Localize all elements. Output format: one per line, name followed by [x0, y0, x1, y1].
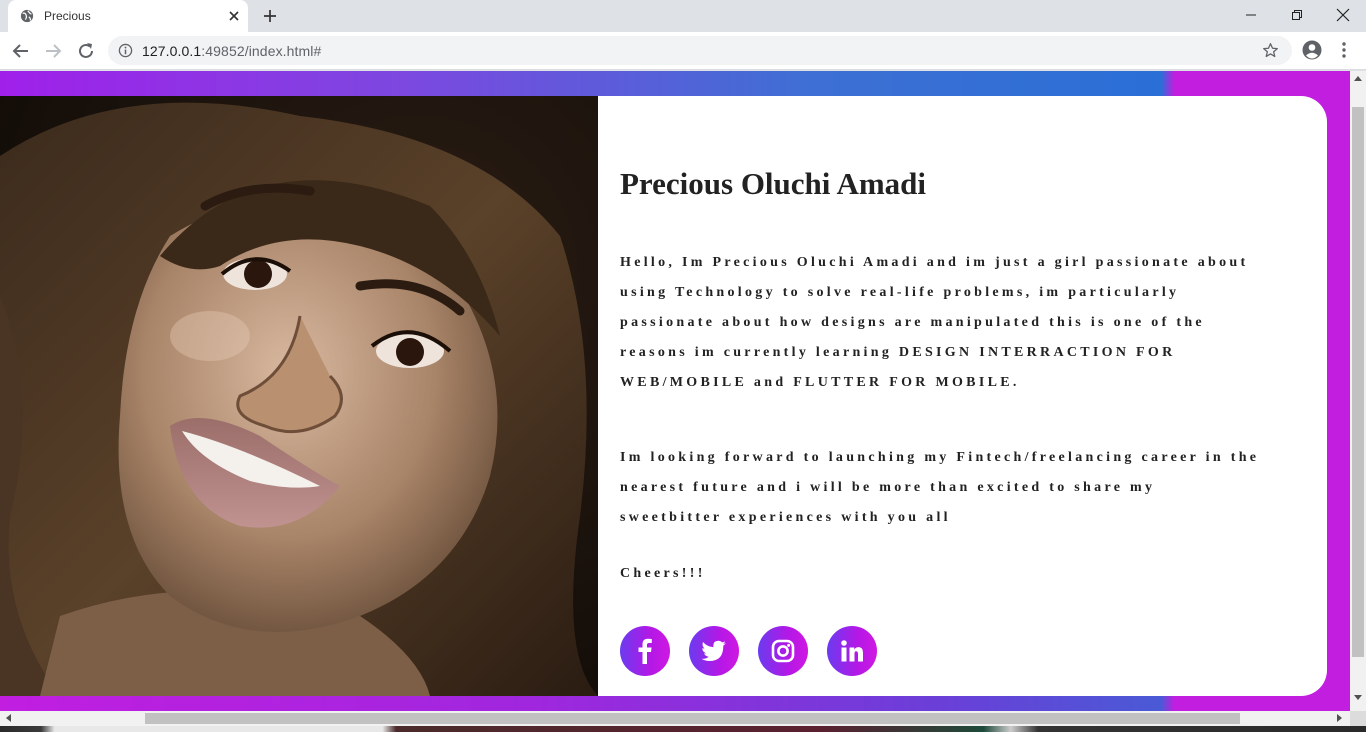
browser-tab[interactable]: Precious [8, 0, 248, 32]
linkedin-link[interactable] [827, 626, 877, 676]
vertical-scroll-thumb[interactable] [1352, 107, 1364, 657]
horizontal-scroll-thumb[interactable] [145, 713, 1240, 724]
instagram-link[interactable] [758, 626, 808, 676]
more-menu-icon[interactable] [1336, 41, 1352, 59]
tab-strip: Precious [0, 0, 1366, 32]
address-bar[interactable]: 127.0.0.1:49852/index.html# [108, 36, 1292, 65]
browser-toolbar: 127.0.0.1:49852/index.html# [0, 32, 1366, 70]
minimize-icon [1246, 14, 1256, 16]
scroll-up-icon[interactable] [1354, 75, 1362, 81]
career-paragraph: Im looking forward to launching my Finte… [620, 450, 1260, 525]
globe-icon [20, 9, 34, 23]
twitter-icon [701, 640, 726, 661]
bookmark-star-icon[interactable] [1262, 42, 1279, 59]
intro-paragraph: Hello, Im Precious Oluchi Amadi and im j… [620, 255, 1249, 390]
close-tab-icon[interactable] [226, 8, 242, 24]
closing-text: Cheers!!! [620, 566, 706, 581]
profile-card: Precious Oluchi Amadi Hello, Im Precious… [0, 96, 1327, 696]
minimize-button[interactable] [1228, 0, 1274, 30]
linkedin-icon [841, 640, 863, 662]
url-path: :49852/index.html# [201, 43, 322, 59]
restore-icon [1292, 10, 1302, 20]
profile-name: Precious Oluchi Amadi [620, 166, 927, 201]
back-arrow-icon[interactable] [11, 41, 31, 61]
taskbar-edge [0, 726, 1366, 732]
close-window-button[interactable] [1320, 0, 1366, 30]
restore-button[interactable] [1274, 0, 1320, 30]
scroll-right-icon[interactable] [1337, 714, 1343, 722]
instagram-icon [771, 639, 795, 663]
new-tab-icon[interactable] [262, 8, 278, 24]
portrait-illustration [0, 96, 598, 696]
profile-photo [0, 96, 598, 696]
tab-title: Precious [44, 9, 91, 23]
profile-avatar-icon[interactable] [1302, 40, 1322, 60]
close-icon [1336, 8, 1350, 22]
info-icon[interactable] [118, 43, 133, 58]
scroll-down-icon[interactable] [1354, 695, 1362, 701]
facebook-link[interactable] [620, 626, 670, 676]
facebook-icon [638, 638, 652, 664]
reload-icon[interactable] [76, 41, 96, 61]
url-text[interactable]: 127.0.0.1:49852/index.html# [142, 43, 321, 59]
background-band [0, 695, 1350, 711]
scrollbar-corner [1350, 711, 1366, 726]
vertical-scrollbar[interactable] [1350, 71, 1366, 711]
horizontal-scrollbar[interactable] [0, 711, 1350, 726]
url-host: 127.0.0.1 [142, 43, 202, 59]
forward-arrow-icon[interactable] [43, 41, 63, 61]
twitter-link[interactable] [689, 626, 739, 676]
page-viewport: Precious Oluchi Amadi Hello, Im Precious… [0, 71, 1350, 711]
scroll-left-icon[interactable] [5, 714, 11, 722]
